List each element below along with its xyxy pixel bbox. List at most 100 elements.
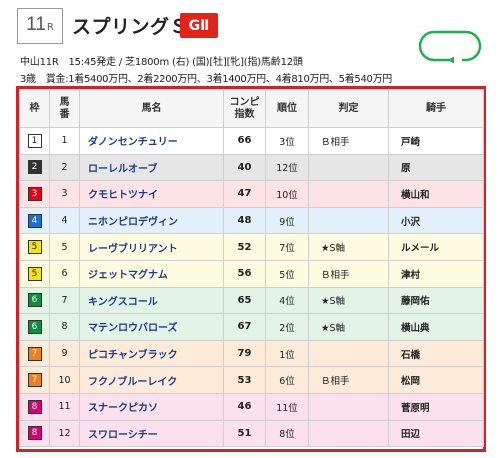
- umaban-cell: 5: [49, 233, 80, 261]
- horse-name-cell[interactable]: スワローシチー: [79, 419, 224, 448]
- jockey-cell: 戸崎: [388, 127, 484, 155]
- horse-name-cell[interactable]: キングスコール: [79, 286, 224, 315]
- table-row: 7 9 ピコチャンブラック 79 1位 石橋: [19, 339, 484, 368]
- horse-name-cell[interactable]: ニホンピロデヴィン: [79, 206, 224, 235]
- rank-cell: 10位: [265, 180, 309, 208]
- judge-cell: [308, 206, 389, 235]
- comp-index-cell: 52: [223, 233, 266, 261]
- umaban-cell: 7: [49, 286, 80, 315]
- header-rank: 順位: [265, 89, 309, 128]
- waku-badge: 6: [27, 293, 42, 308]
- umaban-cell: 11: [49, 392, 80, 421]
- race-number-suffix: R: [46, 22, 54, 33]
- comp-index-cell: 53: [223, 366, 266, 394]
- rank-cell: 4位: [265, 286, 309, 315]
- jockey-cell: 小沢: [388, 206, 484, 235]
- waku-cell: 6: [19, 313, 50, 341]
- table-row: 4 4 ニホンピロデヴィン 48 9位 小沢: [19, 206, 484, 235]
- judge-cell: Ｂ相手: [308, 127, 389, 155]
- horse-table-container: 枠 馬番 馬名 コンピ 指数 順位 判定 騎手 1 1 ダノンセンチュリー 66 3位 Ｂ相…: [16, 86, 486, 452]
- waku-badge: 1: [27, 133, 42, 148]
- table-row: 5 5 レーヴブリリアント 52 7位 ★S軸 ルメール: [19, 233, 484, 261]
- table-row: 6 8 マテンロウバローズ 67 2位 ★S軸 横山典: [19, 313, 484, 341]
- judge-cell: [308, 392, 389, 421]
- waku-cell: 1: [19, 127, 50, 155]
- rank-cell: 1位: [265, 339, 309, 368]
- umaban-cell: 6: [49, 259, 80, 288]
- race-prize: 賞金:1着5400万円、2着2200万円、3着1400万円、4着810万円、5着…: [45, 74, 393, 85]
- comp-index-cell: 46: [223, 392, 266, 421]
- comp-index-cell: 51: [223, 419, 266, 448]
- umaban-cell: 10: [49, 366, 80, 394]
- comp-index-cell: 40: [223, 153, 266, 182]
- waku-cell: 6: [19, 286, 50, 315]
- table-row: 8 11 スナークピカソ 46 11位 菅原明: [19, 392, 484, 421]
- race-prize-line: 3歳 賞金:1着5400万円、2着2200万円、3着1400万円、4着810万円、…: [20, 70, 392, 85]
- jockey-cell: ルメール: [388, 233, 484, 261]
- umaban-cell: 9: [49, 339, 80, 368]
- header-horse-name: 馬名: [79, 89, 224, 128]
- horse-name-cell[interactable]: ダノンセンチュリー: [79, 127, 224, 155]
- waku-badge: 8: [27, 426, 42, 441]
- umaban-cell: 1: [49, 127, 80, 155]
- waku-cell: 7: [19, 366, 50, 394]
- jockey-cell: 田辺: [388, 419, 484, 448]
- rank-cell: 2位: [265, 313, 309, 341]
- table-row: 1 1 ダノンセンチュリー 66 3位 Ｂ相手 戸崎: [19, 127, 484, 155]
- waku-badge: 7: [27, 373, 42, 388]
- judge-cell: ★S軸: [308, 286, 389, 315]
- header-judge: 判定: [308, 89, 389, 128]
- waku-badge: 2: [27, 160, 42, 175]
- horse-name-cell[interactable]: ピコチャンブラック: [79, 339, 224, 368]
- waku-cell: 3: [19, 180, 50, 208]
- table-row: 5 6 ジェットマグナム 56 5位 Ｂ相手 津村: [19, 259, 484, 288]
- waku-badge: 5: [27, 266, 42, 281]
- jockey-cell: 横山和: [388, 180, 484, 208]
- header-umaban: 馬番: [49, 89, 80, 128]
- horse-name-cell[interactable]: レーヴブリリアント: [79, 233, 224, 261]
- comp-index-cell: 56: [223, 259, 266, 288]
- race-title: スプリングＳ: [72, 16, 190, 38]
- jockey-cell: 藤岡佑: [388, 286, 484, 315]
- waku-cell: 2: [19, 153, 50, 182]
- waku-cell: 8: [19, 392, 50, 421]
- judge-cell: ★S軸: [308, 233, 389, 261]
- waku-cell: 5: [19, 259, 50, 288]
- jockey-cell: 石橋: [388, 339, 484, 368]
- judge-cell: [308, 180, 389, 208]
- horse-table: 枠 馬番 馬名 コンピ 指数 順位 判定 騎手 1 1 ダノンセンチュリー 66 3位 Ｂ相…: [19, 89, 484, 448]
- rank-cell: 11位: [265, 392, 309, 421]
- horse-name-cell[interactable]: ジェットマグナム: [79, 259, 224, 288]
- race-number: 11: [26, 14, 46, 35]
- comp-index-cell: 65: [223, 286, 266, 315]
- umaban-cell: 2: [49, 153, 80, 182]
- rank-cell: 12位: [265, 153, 309, 182]
- judge-cell: [308, 153, 389, 182]
- comp-index-cell: 79: [223, 339, 266, 368]
- table-row: 6 7 キングスコール 65 4位 ★S軸 藤岡佑: [19, 286, 484, 315]
- waku-cell: 5: [19, 233, 50, 261]
- waku-cell: 4: [19, 206, 50, 235]
- header-jockey: 騎手: [388, 89, 484, 128]
- comp-index-cell: 48: [223, 206, 266, 235]
- waku-badge: 8: [27, 399, 42, 414]
- table-row: 7 10 フクノブルーレイク 53 6位 Ｂ相手 松岡: [19, 366, 484, 394]
- oval-course-icon: [418, 30, 482, 64]
- horse-name-cell[interactable]: ローレルオーブ: [79, 153, 224, 182]
- judge-cell: Ｂ相手: [308, 259, 389, 288]
- horse-name-cell[interactable]: スナークピカソ: [79, 392, 224, 421]
- horse-name-cell[interactable]: フクノブルーレイク: [79, 366, 224, 394]
- jockey-cell: 菅原明: [388, 392, 484, 421]
- race-number-badge: 11 R: [17, 8, 63, 44]
- jockey-cell: 津村: [388, 259, 484, 288]
- jockey-cell: 原: [388, 153, 484, 182]
- waku-badge: 4: [27, 213, 42, 228]
- race-age: 3歳: [20, 74, 36, 85]
- judge-cell: Ｂ相手: [308, 366, 389, 394]
- horse-name-cell[interactable]: マテンロウバローズ: [79, 313, 224, 341]
- rank-cell: 3位: [265, 127, 309, 155]
- grade-badge: GⅡ: [180, 13, 218, 38]
- horse-name-cell[interactable]: クモヒトツナイ: [79, 180, 224, 208]
- rank-cell: 5位: [265, 259, 309, 288]
- judge-cell: ★S軸: [308, 313, 389, 341]
